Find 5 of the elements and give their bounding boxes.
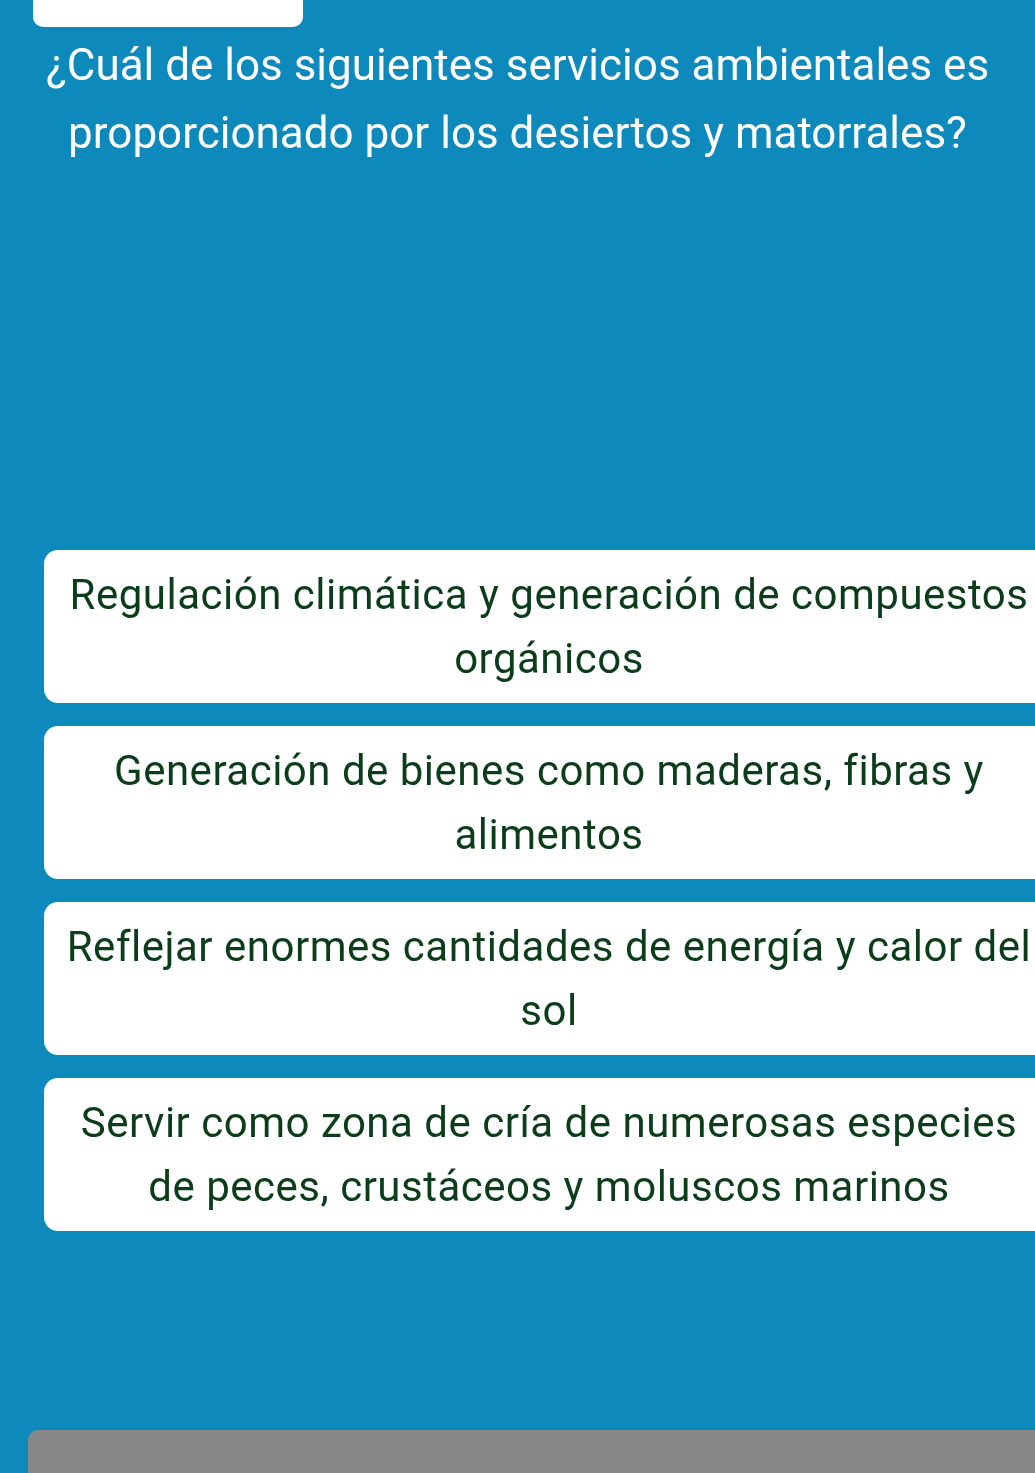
answer-option[interactable]: Servir como zona de cría de numerosas especies de peces, crustáceos y moluscos marinos [44,1078,1035,1231]
answer-option[interactable]: Regulación climática y generación de compuestos orgánicos [44,550,1035,703]
answer-option[interactable]: Reflejar enormes cantidades de energía y calor del sol [44,902,1035,1055]
question-text: ¿Cuál de los siguientes servicios ambientales es proporcionado por los desiertos y matorrales? [44,38,991,161]
answer-option[interactable]: Generación de bienes como maderas, fibras y alimentos [44,726,1035,879]
